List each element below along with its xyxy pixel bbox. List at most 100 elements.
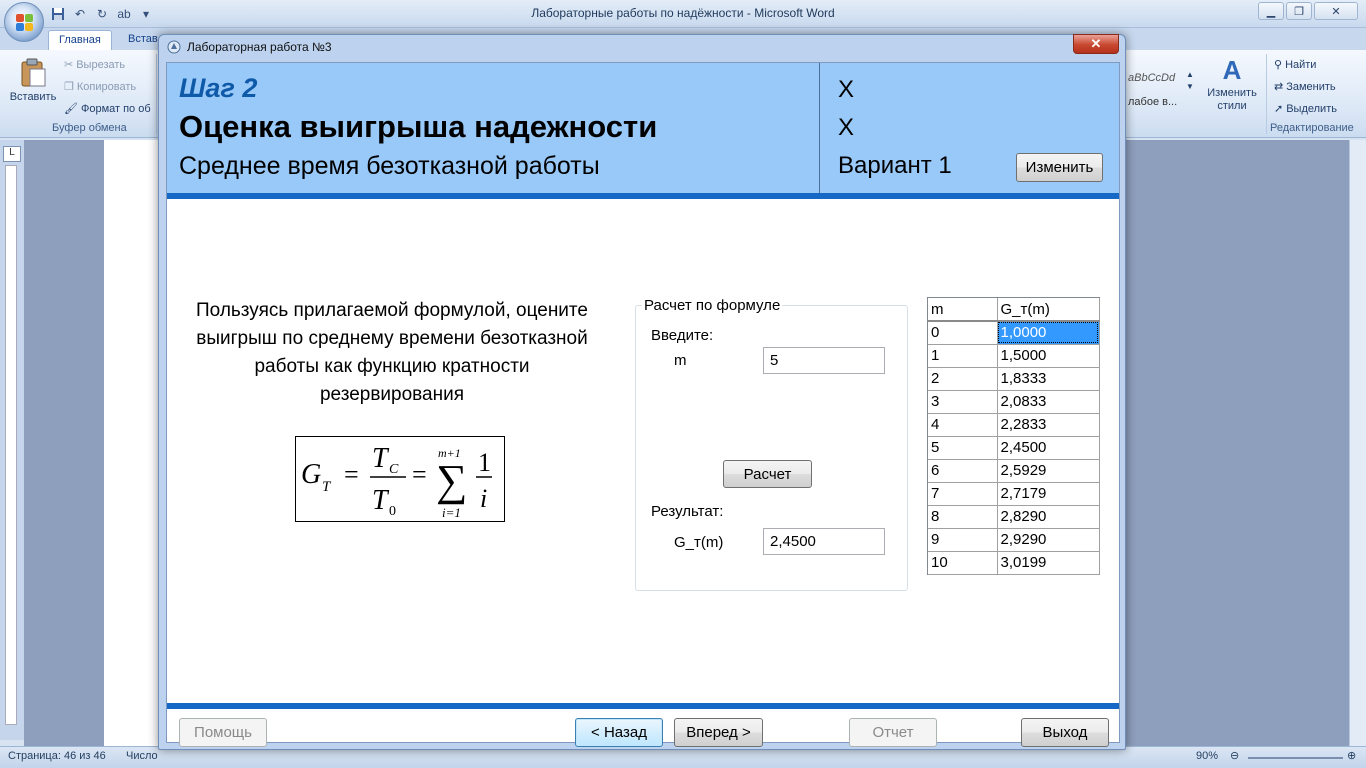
variant-label: Вариант 1 [838,152,952,179]
table-cell-m[interactable]: 7 [928,482,998,506]
formula-frac-den: i [480,484,487,513]
formula-lhs: G [301,459,321,490]
select-button[interactable]: ➚ Выделить [1274,102,1337,116]
formula-num-sub: C [389,462,399,477]
tab-selector[interactable]: L [3,146,21,162]
table-cell-m[interactable]: 10 [928,551,998,575]
format-painter-label: Формат по об [80,102,151,115]
back-button[interactable]: < Назад [575,718,663,747]
table-cell-m[interactable]: 6 [928,459,998,483]
results-table[interactable]: m G_т(m) 0 1,0000 1 1,5000 2 1,8333 3 2,0833 4 2,… [927,297,1100,575]
table-cell-g[interactable]: 1,0000 [997,321,1100,345]
table-row[interactable]: 4 2,2833 [928,413,1100,437]
column-header-m[interactable]: m [928,298,998,322]
copy-icon: ❐ [64,81,74,93]
table-body: 0 1,0000 1 1,5000 2 1,8333 3 2,0833 4 2,2833 5 2,45… [928,321,1100,575]
word-window-title: Лабораторные работы по надёжности - Micr… [531,6,835,20]
m-input[interactable] [763,347,885,374]
table-cell-m[interactable]: 0 [928,321,998,345]
zoom-in-icon[interactable]: ⊕ [1347,749,1356,762]
change-variant-button[interactable]: Изменить [1016,153,1103,182]
step-label: Шаг 2 [179,73,258,103]
dialog-close-button[interactable]: ✕ [1073,34,1119,54]
find-button[interactable]: ⚲ Найти [1274,58,1317,72]
help-button[interactable]: Помощь [179,718,267,747]
page-count[interactable]: Страница: 46 из 46 [8,750,106,762]
table-row[interactable]: 8 2,8290 [928,505,1100,529]
dialog-content: Шаг 2 Оценка выигрыша надежности Среднее… [166,62,1120,747]
table-cell-m[interactable]: 3 [928,390,998,414]
table-cell-m[interactable]: 8 [928,505,998,529]
table-row[interactable]: 9 2,9290 [928,528,1100,552]
table-cell-g[interactable]: 1,5000 [997,344,1100,368]
paste-button[interactable]: Вставить [10,58,56,103]
g-result-field[interactable] [763,528,885,555]
ruler-strip [5,165,17,725]
table-row[interactable]: 5 2,4500 [928,436,1100,460]
cut-button[interactable]: ✂ Вырезать [64,58,126,72]
enter-label: Введите: [651,327,714,344]
word-count[interactable]: Число [126,750,158,762]
table-cell-m[interactable]: 5 [928,436,998,460]
formula-eq-1: = [344,460,359,489]
table-cell-g[interactable]: 1,8333 [997,367,1100,391]
zoom-level[interactable]: 90% [1196,750,1218,762]
table-row[interactable]: 7 2,7179 [928,482,1100,506]
footer-rule [167,703,1119,709]
table-cell-m[interactable]: 4 [928,413,998,437]
table-cell-g[interactable]: 3,0199 [997,551,1100,575]
clipboard-group-label: Буфер обмена [52,122,127,134]
styles-aa-icon: A [1222,55,1242,85]
report-button[interactable]: Отчет [849,718,937,747]
format-painter-button[interactable]: 🖌 Формат по об [64,102,151,116]
formula-image: G T = T C T 0 = m+1 ∑ i=1 1 i [295,436,505,522]
change-styles-label: Изменить стили [1207,87,1257,112]
table-row[interactable]: 1 1,5000 [928,344,1100,368]
vertical-scrollbar[interactable] [1349,140,1366,746]
cut-label: Вырезать [76,58,126,71]
table-row[interactable]: 10 3,0199 [928,551,1100,575]
maximize-button[interactable]: ❐ [1286,2,1312,20]
replace-icon: ⇄ [1274,81,1284,93]
close-window-button[interactable]: ✕ [1314,2,1358,20]
copy-button[interactable]: ❐ Копировать [64,80,136,94]
table-row[interactable]: 2 1,8333 [928,367,1100,391]
tab-home[interactable]: Главная [48,30,112,50]
table-cell-g[interactable]: 2,0833 [997,390,1100,414]
table-cell-g[interactable]: 2,5929 [997,459,1100,483]
table-row[interactable]: 6 2,5929 [928,459,1100,483]
page-title: Оценка выигрыша надежности [179,109,658,144]
formula-frac-num: 1 [478,448,491,477]
header-field-2: X [838,114,855,141]
dialog-title: Лабораторная работа №3 [187,40,332,54]
table-cell-g[interactable]: 2,2833 [997,413,1100,437]
table-cell-m[interactable]: 1 [928,344,998,368]
next-button[interactable]: Вперед > [674,718,763,747]
find-label: Найти [1285,58,1317,71]
formula-den-sub: 0 [389,504,396,519]
table-cell-g[interactable]: 2,7179 [997,482,1100,506]
scroll-down-icon: ▼ [1186,82,1194,91]
styles-scroll[interactable]: ▲ ▼ [1186,70,1194,91]
table-cell-g[interactable]: 2,4500 [997,436,1100,460]
ribbon-separator [1266,54,1267,134]
table-cell-g[interactable]: 2,8290 [997,505,1100,529]
style-item[interactable]: лабое в... [1128,96,1177,108]
exit-button[interactable]: Выход [1021,718,1109,747]
brush-icon: 🖌 [64,103,78,115]
column-header-g[interactable]: G_т(m) [997,298,1100,322]
office-button[interactable] [4,2,44,42]
change-styles-button[interactable]: A Изменить стили [1202,56,1262,113]
zoom-out-icon[interactable]: ⊖ [1230,749,1239,762]
minimize-button[interactable]: ▁ [1258,2,1284,20]
style-preview[interactable]: aBbCcDd [1128,72,1175,84]
table-cell-m[interactable]: 9 [928,528,998,552]
table-cell-g[interactable]: 2,9290 [997,528,1100,552]
calculate-button[interactable]: Расчет [723,460,812,488]
table-row[interactable]: 3 2,0833 [928,390,1100,414]
table-row[interactable]: 0 1,0000 [928,321,1100,345]
scissors-icon: ✂ [64,59,74,71]
replace-button[interactable]: ⇄ Заменить [1274,80,1336,94]
zoom-slider[interactable] [1248,757,1343,759]
table-cell-m[interactable]: 2 [928,367,998,391]
